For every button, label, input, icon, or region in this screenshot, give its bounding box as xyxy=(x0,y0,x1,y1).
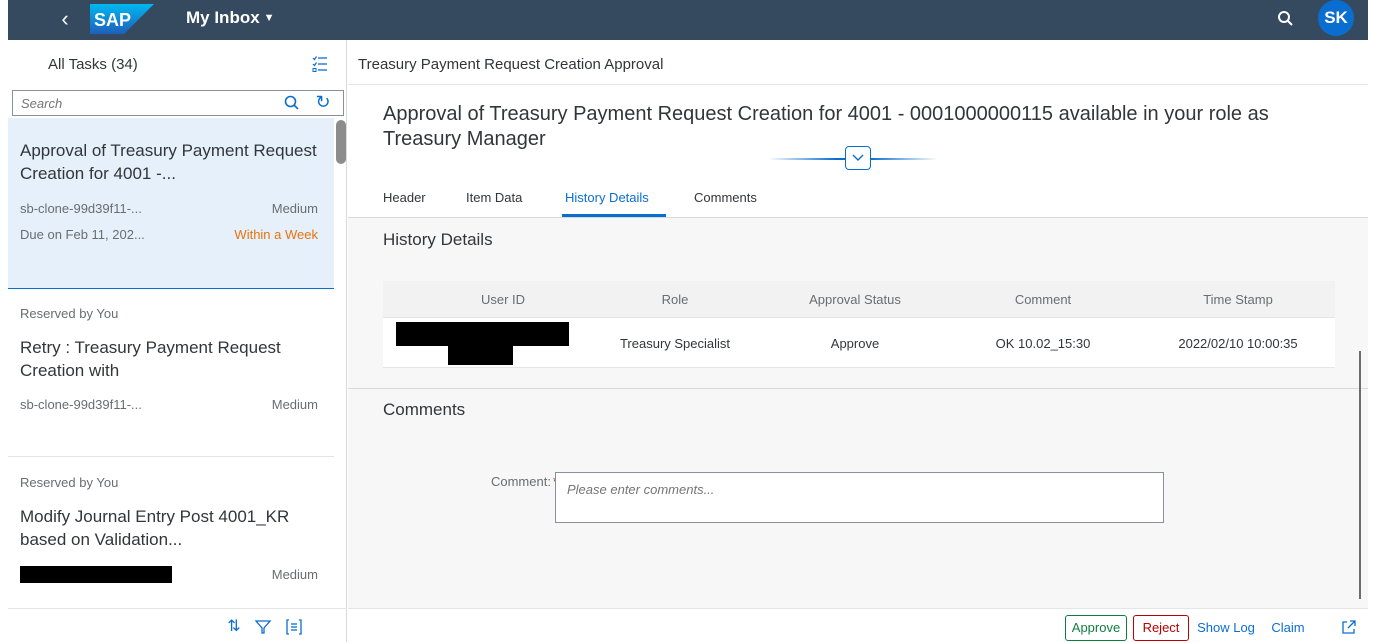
task-detail-panel: Treasury Payment Request Creation Approv… xyxy=(348,40,1368,642)
task-due-date: Due on Feb 11, 202... xyxy=(20,227,145,242)
object-title: Approval of Treasury Payment Request Cre… xyxy=(383,103,1269,150)
chevron-down-icon xyxy=(852,154,864,161)
sort-icon[interactable]: ⇅ xyxy=(224,617,244,637)
tab-history-details[interactable]: History Details xyxy=(565,190,649,205)
tab-bar: Header Item Data History Details Comment… xyxy=(348,180,1368,218)
column-header-time-stamp: Time Stamp xyxy=(1203,292,1273,307)
approve-button[interactable]: Approve xyxy=(1065,615,1127,641)
task-list-footer: ⇅ xyxy=(8,608,347,642)
task-list-header: All Tasks (34) xyxy=(8,40,347,88)
svg-text:SAP: SAP xyxy=(94,10,131,30)
detail-header-bar: Treasury Payment Request Creation Approv… xyxy=(348,40,1368,85)
column-header-approval-status: Approval Status xyxy=(809,292,901,307)
action-footer: Approve Reject Show Log Claim xyxy=(348,608,1368,642)
share-icon xyxy=(1342,620,1356,634)
app-title-menu[interactable]: My Inbox ▼ xyxy=(186,8,275,28)
filter-icon[interactable] xyxy=(253,617,273,637)
reject-button[interactable]: Reject xyxy=(1133,615,1189,641)
sap-logo[interactable]: SAP xyxy=(90,4,154,34)
cell-time-stamp: 2022/02/10 10:00:35 xyxy=(1178,336,1298,351)
search-input[interactable] xyxy=(21,94,271,112)
comment-textarea-box[interactable] xyxy=(555,472,1164,523)
redacted-user-id xyxy=(448,345,513,365)
task-priority: Medium xyxy=(271,567,318,582)
shell-bar: ‹ SAP My Inbox ▼ SK xyxy=(8,0,1368,40)
redacted-user-id xyxy=(396,322,569,346)
refresh-icon[interactable]: ↻ xyxy=(313,92,333,112)
comment-textarea[interactable] xyxy=(556,473,1163,522)
task-reserved-label: Reserved by You xyxy=(20,306,119,321)
search-icon[interactable] xyxy=(1275,8,1297,30)
task-title: Retry : Treasury Payment Request Creatio… xyxy=(20,338,281,380)
task-created-by: sb-clone-99d39f11-... xyxy=(20,397,142,412)
app-title: My Inbox xyxy=(186,8,260,27)
task-item[interactable]: Reserved by You Retry : Treasury Payment… xyxy=(8,290,334,456)
redacted-created-by xyxy=(20,566,172,583)
task-priority: Medium xyxy=(271,397,318,412)
list-scrollbar[interactable] xyxy=(336,120,346,164)
detail-page-title: Treasury Payment Request Creation Approv… xyxy=(358,56,664,73)
column-header-comment: Comment xyxy=(1014,292,1072,307)
task-created-by: sb-clone-99d39f11-... xyxy=(20,201,142,216)
search-icon[interactable] xyxy=(283,94,301,112)
task-item[interactable]: Reserved by You Modify Journal Entry Pos… xyxy=(8,457,334,607)
tab-header[interactable]: Header xyxy=(383,190,426,205)
caret-down-icon: ▼ xyxy=(263,12,275,24)
column-header-user-id: User ID xyxy=(480,292,526,307)
user-avatar[interactable]: SK xyxy=(1318,0,1354,36)
cell-approval-status: Approve xyxy=(830,336,880,351)
comment-label: Comment:* xyxy=(468,474,558,489)
multi-select-icon[interactable] xyxy=(312,55,328,73)
task-title: Approval of Treasury Payment Request Cre… xyxy=(20,141,317,183)
share-button[interactable] xyxy=(1338,615,1360,641)
task-status: Within a Week xyxy=(234,227,318,242)
comments-section-title: Comments xyxy=(383,400,466,419)
table-row[interactable]: Treasury Specialist Approve OK 10.02_15:… xyxy=(383,318,1335,368)
cell-comment: OK 10.02_15:30 xyxy=(995,336,1091,351)
show-log-button[interactable]: Show Log xyxy=(1196,615,1256,641)
task-item-selected[interactable]: Approval of Treasury Payment Request Cre… xyxy=(8,118,334,289)
column-header-role: Role xyxy=(661,292,689,307)
section-divider xyxy=(348,388,1368,389)
active-tab-indicator xyxy=(562,214,666,217)
claim-button[interactable]: Claim xyxy=(1266,615,1310,641)
collapse-header-button[interactable] xyxy=(845,146,871,170)
cell-role: Treasury Specialist xyxy=(619,336,731,351)
task-priority: Medium xyxy=(271,201,318,216)
search-field[interactable]: ↻ xyxy=(12,90,344,116)
comment-label-text: Comment: xyxy=(490,474,551,489)
tab-item-data[interactable]: Item Data xyxy=(466,190,522,205)
detail-content: History Details User ID Role Approval St… xyxy=(348,218,1368,608)
task-title: Modify Journal Entry Post 4001_KR based … xyxy=(20,507,290,549)
content-scrollbar[interactable] xyxy=(1359,351,1361,599)
back-icon[interactable]: ‹ xyxy=(52,6,78,32)
task-reserved-label: Reserved by You xyxy=(20,475,119,490)
table-header-row: User ID Role Approval Status Comment Tim… xyxy=(383,281,1335,318)
task-list-title: All Tasks (34) xyxy=(48,56,138,73)
task-list-panel: All Tasks (34) ↻ Approval of Treasury Pa… xyxy=(8,40,347,642)
group-icon[interactable] xyxy=(284,617,304,637)
tab-comments[interactable]: Comments xyxy=(694,190,757,205)
app-shell: ‹ SAP My Inbox ▼ SK All Tasks (34) Searc… xyxy=(0,0,1376,642)
history-section-title: History Details xyxy=(383,230,493,249)
